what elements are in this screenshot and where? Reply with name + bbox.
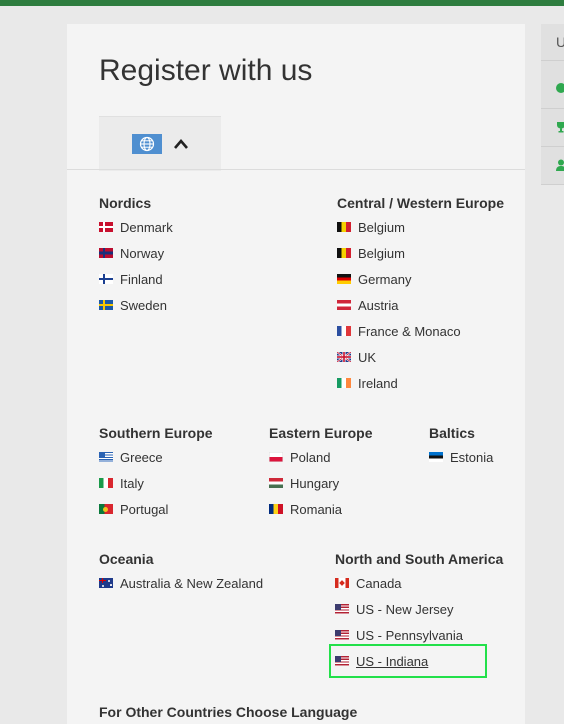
country-france-monaco[interactable]: France & Monaco	[337, 318, 504, 344]
denmark-flag-icon	[99, 222, 113, 232]
country-estonia[interactable]: Estonia	[429, 444, 493, 470]
country-belgium[interactable]: Belgium	[337, 214, 504, 240]
country-denmark[interactable]: Denmark	[99, 214, 173, 240]
germany-flag-icon	[337, 274, 351, 284]
region-title: Southern Europe	[99, 425, 213, 441]
estonia-flag-icon	[429, 452, 443, 462]
country-uk[interactable]: UK	[337, 344, 504, 370]
region-title: Central / Western Europe	[337, 195, 505, 211]
sidebar-item-user[interactable]	[541, 148, 564, 185]
other-countries-heading: For Other Countries Choose Language	[99, 704, 358, 720]
country-romania[interactable]: Romania	[269, 496, 372, 522]
romania-flag-icon	[269, 504, 283, 514]
chevron-up-icon[interactable]	[173, 137, 189, 155]
register-card: Register with us Nordics Denmark Norway …	[67, 24, 525, 724]
country-germany[interactable]: Germany	[337, 266, 504, 292]
country-us-indiana[interactable]: US - Indiana	[329, 644, 487, 678]
norway-flag-icon	[99, 248, 113, 258]
portugal-flag-icon	[99, 504, 113, 514]
region-title: Eastern Europe	[269, 425, 373, 441]
country-hungary[interactable]: Hungary	[269, 470, 372, 496]
sweden-flag-icon	[99, 300, 113, 310]
globe-icon[interactable]	[132, 134, 162, 154]
country-portugal[interactable]: Portugal	[99, 496, 213, 522]
belgium-flag-icon	[337, 222, 351, 232]
country-poland[interactable]: Poland	[269, 444, 372, 470]
country-australia-new-zealand[interactable]: Australia & New Zealand	[99, 570, 263, 596]
uk-flag-icon	[337, 352, 351, 362]
right-sidebar: U	[541, 24, 564, 185]
region-oceania: Oceania Australia & New Zealand	[99, 548, 263, 596]
poland-flag-icon	[269, 452, 283, 462]
country-austria[interactable]: Austria	[337, 292, 504, 318]
australia-flag-icon	[99, 578, 113, 588]
country-canada[interactable]: Canada	[335, 570, 503, 596]
country-ireland[interactable]: Ireland	[337, 370, 504, 396]
sidebar-header[interactable]: U	[541, 24, 564, 61]
country-italy[interactable]: Italy	[99, 470, 213, 496]
ireland-flag-icon	[337, 378, 351, 388]
region-southern-europe: Southern Europe Greece Italy Portugal	[99, 422, 213, 522]
region-title: Baltics	[429, 425, 475, 441]
region-title: Nordics	[99, 195, 152, 211]
user-icon	[556, 159, 564, 171]
greece-flag-icon	[99, 452, 113, 462]
sidebar-item-info[interactable]	[541, 72, 564, 109]
country-greece[interactable]: Greece	[99, 444, 213, 470]
tab-divider	[67, 169, 525, 170]
hungary-flag-icon	[269, 478, 283, 488]
country-finland[interactable]: Finland	[99, 266, 173, 292]
region-title: Oceania	[99, 551, 154, 567]
region-baltics: Baltics Estonia	[429, 422, 493, 470]
country-belgium-2[interactable]: Belgium	[337, 240, 504, 266]
page-title: Register with us	[99, 54, 313, 87]
italy-flag-icon	[99, 478, 113, 488]
us-flag-icon	[335, 604, 349, 614]
region-nordics: Nordics Denmark Norway Finland Sweden	[99, 192, 173, 318]
trophy-icon	[557, 122, 564, 133]
region-eastern-europe: Eastern Europe Poland Hungary Romania	[269, 422, 372, 522]
country-sweden[interactable]: Sweden	[99, 292, 173, 318]
us-flag-icon	[335, 630, 349, 640]
top-accent-bar	[0, 0, 564, 6]
region-central-western-europe: Central / Western Europe Belgium Belgium…	[337, 192, 504, 396]
us-flag-icon	[335, 656, 349, 666]
sidebar-item-trophy[interactable]	[541, 110, 564, 147]
austria-flag-icon	[337, 300, 351, 310]
country-us-pennsylvania[interactable]: US - Pennsylvania	[335, 622, 503, 648]
country-us-new-jersey[interactable]: US - New Jersey	[335, 596, 503, 622]
region-title: North and South America	[335, 551, 504, 567]
info-icon	[556, 83, 564, 93]
belgium-flag-icon	[337, 248, 351, 258]
finland-flag-icon	[99, 274, 113, 284]
france-flag-icon	[337, 326, 351, 336]
country-norway[interactable]: Norway	[99, 240, 173, 266]
region-americas: North and South America Canada US - New …	[329, 548, 504, 678]
language-tab[interactable]	[99, 116, 221, 171]
sidebar-header-letter: U	[556, 34, 564, 50]
canada-flag-icon	[335, 578, 349, 588]
